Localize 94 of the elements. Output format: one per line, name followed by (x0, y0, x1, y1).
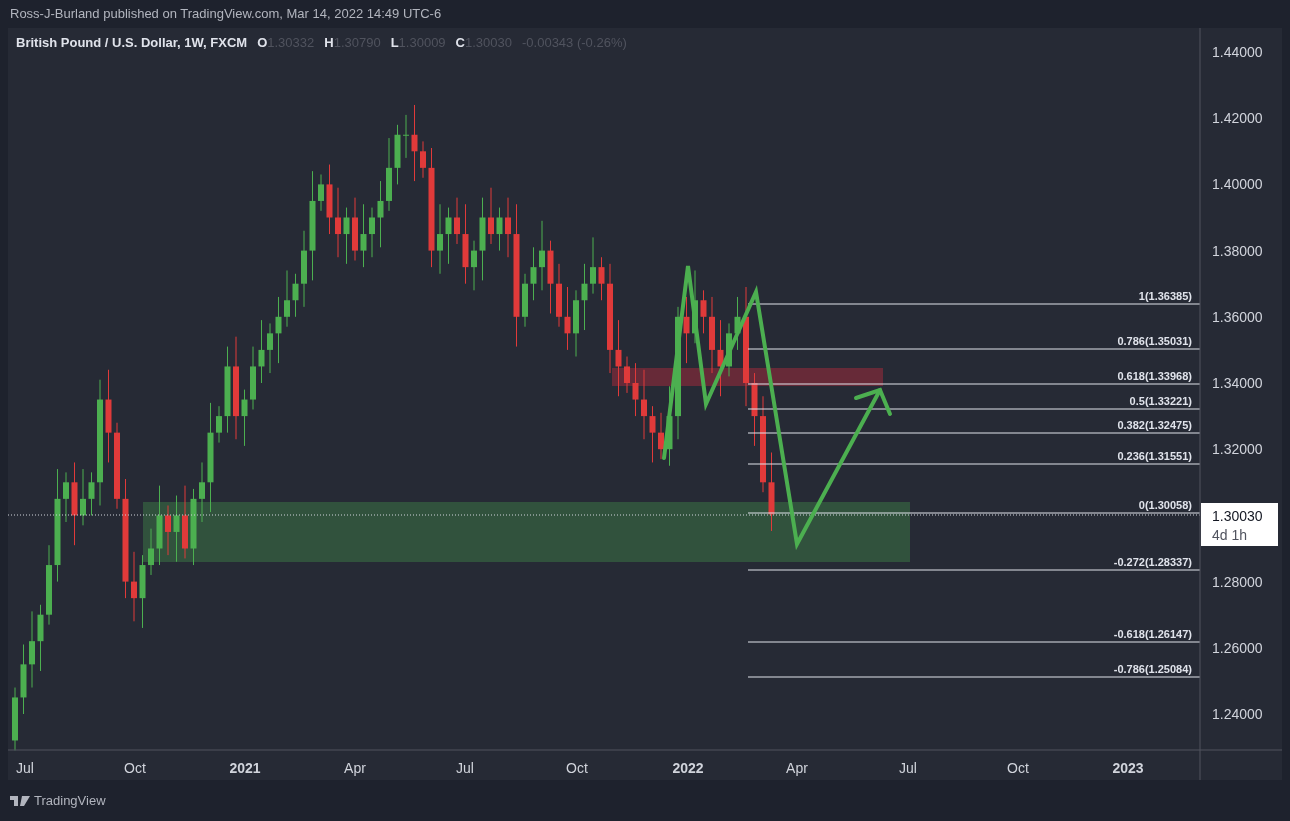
price-axis-label: 1.34000 (1212, 375, 1263, 391)
time-axis-label: 2022 (672, 760, 704, 776)
fib-level-label: 0.5(1.33221) (1129, 395, 1192, 407)
ohlc-value: L1.30009 (390, 34, 446, 52)
symbol-title: British Pound / U.S. Dollar, 1W, FXCM (16, 34, 248, 52)
time-axis-label: Jul (899, 760, 917, 776)
candlestick (360, 203, 367, 268)
candlestick (250, 346, 256, 410)
candlestick (394, 124, 401, 185)
candlestick (471, 240, 477, 291)
candlestick (352, 197, 358, 262)
candlestick (683, 296, 690, 364)
time-axis-label: Apr (344, 760, 366, 776)
candlestick (80, 468, 86, 526)
time-axis-label: Oct (566, 760, 588, 776)
candlestick (488, 187, 494, 245)
candlestick (148, 528, 154, 576)
candlestick (335, 187, 341, 258)
candlestick (598, 256, 605, 301)
fib-level-label: -0.618(1.26147) (1113, 628, 1192, 640)
candlestick (454, 197, 460, 245)
candlestick (369, 207, 375, 258)
time-axis-label: Jul (456, 760, 474, 776)
price-axis-label: 1.32000 (1212, 441, 1263, 458)
candlestick (658, 412, 664, 460)
candlestick (63, 471, 69, 523)
candlestick (505, 197, 511, 258)
candlestick (641, 369, 647, 440)
candlestick (726, 322, 732, 377)
fib-level-label: 0.618(1.33968) (1117, 370, 1192, 382)
price-axis-label: 1.40000 (1212, 176, 1263, 193)
fib-level-label: -0.272(1.28337) (1113, 556, 1192, 568)
candlestick (573, 289, 579, 357)
candlestick (590, 236, 596, 295)
candlestick (267, 322, 273, 374)
candlestick (318, 173, 324, 212)
candlestick (20, 644, 27, 715)
candlestick (700, 289, 707, 334)
candlestick (131, 551, 137, 622)
candlestick (258, 319, 265, 384)
fib-level-label: 0.382(1.32475) (1117, 419, 1192, 431)
candlestick (173, 495, 180, 563)
candlestick (199, 461, 205, 523)
candlestick (275, 296, 282, 364)
logo-icon (10, 795, 30, 806)
time-axis-label: 2023 (1112, 760, 1144, 776)
price-axis-label: 1.42000 (1212, 110, 1263, 127)
fib-level-label: 0(1.30058) (1138, 499, 1192, 511)
time-axis-label: Oct (124, 760, 146, 776)
fib-level-label: 0.786(1.35031) (1117, 335, 1192, 347)
candlestick (420, 140, 426, 179)
time-axis-label: 2021 (229, 760, 261, 776)
candlestick (734, 296, 741, 351)
fib-level-label: -0.786(1.25084) (1113, 663, 1192, 675)
candlestick (241, 389, 248, 447)
candlestick (522, 273, 528, 328)
candlestick (632, 362, 639, 417)
price-axis-label: 1.28000 (1212, 573, 1263, 590)
candlestick (165, 504, 171, 556)
time-axis-label: Oct (1007, 760, 1029, 776)
candlestick (292, 273, 299, 318)
candlestick (564, 286, 571, 351)
candlestick (377, 180, 384, 248)
price-axis-label: 1.26000 (1212, 639, 1263, 656)
candlestick (581, 263, 588, 331)
candlestick (284, 269, 290, 328)
time-axis-label: Jul (16, 760, 34, 776)
candlestick (403, 114, 409, 159)
price-axis-label: 1.24000 (1212, 706, 1263, 722)
candlestick (437, 203, 443, 275)
candlestick (496, 207, 503, 252)
ohlc-value: O1.30332 (257, 34, 315, 52)
brand-name: TradingView (34, 791, 106, 810)
candlestick (539, 220, 545, 291)
fib-level-label: 1(1.36385) (1138, 290, 1192, 302)
candlestick (12, 687, 18, 751)
fib-level-label: 0.236(1.31551) (1117, 450, 1192, 462)
candlestick (37, 604, 44, 672)
candlestick (530, 246, 537, 301)
last-price-value: 1.30030 (1212, 508, 1263, 524)
publish-info: Ross-J-Burland published on TradingView.com, Mar 14, 2022 14:49 UTC-6 (10, 5, 442, 24)
candlestick (88, 471, 95, 516)
price-axis-label: 1.38000 (1212, 242, 1263, 259)
candlestick (649, 405, 656, 463)
candlestick (624, 356, 630, 394)
candlestick (216, 405, 222, 444)
price-axis-label: 1.36000 (1212, 308, 1263, 325)
price-axis-label: 1.44000 (1212, 44, 1263, 60)
candlestick (556, 263, 562, 328)
candlestick (326, 164, 333, 235)
candlestick (343, 207, 350, 265)
bar-countdown: 4d 1h (1212, 527, 1248, 543)
time-axis-label: Apr (786, 760, 808, 776)
candlestick (445, 207, 452, 265)
